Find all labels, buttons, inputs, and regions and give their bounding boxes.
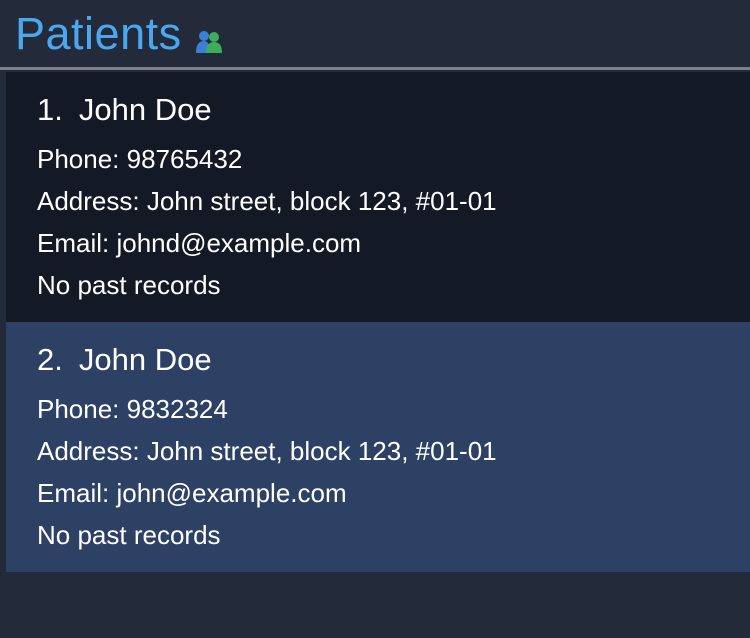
patient-address: Address: John street, block 123, #01-01 [37,436,497,466]
patient-index: 1. [37,92,63,127]
patient-list[interactable]: 1. John Doe Phone: 98765432 Address: John… [6,72,750,572]
patient-name-line: 1. John Doe [37,92,750,128]
patient-card-selected[interactable]: 2. John Doe Phone: 9832324 Address: John … [6,322,750,572]
patient-card[interactable]: 1. John Doe Phone: 98765432 Address: John… [6,72,750,322]
patient-email: Email: john@example.com [37,478,347,508]
patient-address: Address: John street, block 123, #01-01 [37,186,497,216]
header-divider [0,67,750,70]
panel-header: Patients [0,0,750,67]
patient-phone: Phone: 98765432 [37,144,243,174]
patient-index: 2. [37,342,63,377]
people-icon [195,29,222,53]
panel-title: Patients [15,8,182,59]
patient-records: No past records [37,270,221,300]
patients-panel: Patients 1. John Doe Phone: 98765432 Addr… [0,0,750,638]
patient-name-line: 2. John Doe [37,342,750,378]
patient-name: John Doe [78,92,212,127]
patient-phone: Phone: 9832324 [37,394,228,424]
patient-records: No past records [37,520,221,550]
patient-name: John Doe [78,342,212,377]
patient-email: Email: johnd@example.com [37,228,362,258]
